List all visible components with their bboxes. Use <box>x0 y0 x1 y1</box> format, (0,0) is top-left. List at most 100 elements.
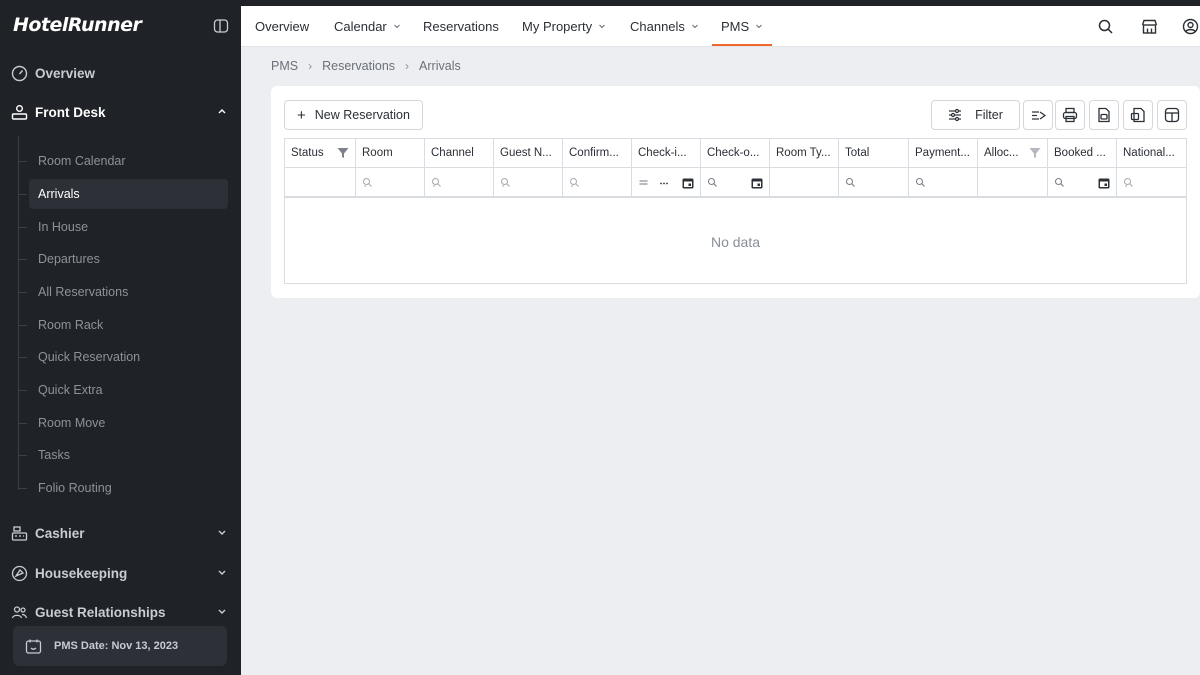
filter-icon <box>432 177 441 187</box>
clear-filters-button[interactable] <box>1023 100 1053 130</box>
filter-cell-room-type[interactable] <box>770 168 839 196</box>
calendar-icon[interactable] <box>751 177 763 189</box>
equals-operator-icon[interactable] <box>638 177 649 188</box>
column-header-nationality[interactable]: National... <box>1117 139 1186 167</box>
sidebar-item-guest-relationships[interactable]: Guest Relationships <box>0 594 241 630</box>
sidebar-item-cashier[interactable]: Cashier <box>0 515 241 551</box>
filter-button[interactable]: Filter <box>931 100 1020 130</box>
gauge-icon <box>10 64 28 82</box>
chevron-down-icon <box>218 570 226 575</box>
sidebar-item-label: Housekeeping <box>35 565 128 581</box>
filter-cell-guest-name[interactable] <box>494 168 563 196</box>
new-reservation-button[interactable]: + New Reservation <box>284 100 423 130</box>
topnav-calendar[interactable]: Calendar <box>334 6 401 46</box>
sidebar-subitem-departures[interactable]: Departures <box>18 244 228 274</box>
chevron-down-icon <box>756 24 763 29</box>
topnav-label: PMS <box>721 18 750 34</box>
app-logo[interactable]: HotelRunner <box>13 14 142 36</box>
column-header-check-out[interactable]: Check-o... <box>701 139 770 167</box>
column-header-total[interactable]: Total <box>839 139 909 167</box>
filter-cell-room[interactable] <box>356 168 425 196</box>
filter-cell-booked[interactable] <box>1048 168 1117 196</box>
pms-date-label: PMS Date: Nov 13, 2023 <box>54 640 179 652</box>
topnav-my-property[interactable]: My Property <box>522 6 606 46</box>
column-header-room[interactable]: Room <box>356 139 425 167</box>
filter-cell-payment[interactable] <box>909 168 978 196</box>
search-icon[interactable] <box>1097 18 1114 35</box>
guests-icon <box>10 603 28 621</box>
sidebar-item-overview[interactable]: Overview <box>0 55 241 91</box>
calendar-icon[interactable] <box>682 177 694 189</box>
sidebar-subitem-label: Tasks <box>38 448 70 462</box>
search-icon <box>915 177 925 187</box>
sidebar-subitem-room-rack[interactable]: Room Rack <box>18 310 228 340</box>
chevron-down-icon <box>218 530 226 535</box>
table-filter-row <box>285 168 1186 198</box>
reservations-table: Status Room Channel Guest N... Confirm..… <box>284 138 1187 284</box>
sidebar-subitem-folio-routing[interactable]: Folio Routing <box>18 473 228 503</box>
sidebar-subitem-label: In House <box>38 220 89 234</box>
sidebar-item-front-desk[interactable]: Front Desk <box>0 94 241 130</box>
sidebar-subitem-room-calendar[interactable]: Room Calendar <box>18 146 228 176</box>
column-header-room-type[interactable]: Room Ty... <box>770 139 839 167</box>
sidebar-subitem-in-house[interactable]: In House <box>18 212 228 242</box>
chevron-down-icon <box>599 24 605 29</box>
topnav-pms[interactable]: PMS <box>711 6 773 46</box>
topnav-label: Calendar <box>334 18 387 34</box>
sidebar-collapse-icon[interactable] <box>213 18 229 34</box>
breadcrumb: PMS › Reservations › Arrivals <box>271 59 461 73</box>
breadcrumb-separator-icon: › <box>405 59 410 73</box>
calendar-icon[interactable] <box>1098 177 1110 189</box>
sidebar-subitem-all-reservations[interactable]: All Reservations <box>18 277 228 307</box>
filter-cell-allocation[interactable] <box>978 168 1048 196</box>
column-label: Guest N... <box>500 147 552 159</box>
column-header-payment[interactable]: Payment... <box>909 139 978 167</box>
search-icon <box>707 177 717 187</box>
column-header-guest-name[interactable]: Guest N... <box>494 139 563 167</box>
filter-cell-check-out[interactable] <box>701 168 770 196</box>
sidebar-subitem-quick-extra[interactable]: Quick Extra <box>18 375 228 405</box>
export-csv-button[interactable] <box>1089 100 1119 130</box>
filter-cell-status[interactable] <box>285 168 356 196</box>
column-header-confirmation[interactable]: Confirm... <box>563 139 632 167</box>
excel-file-icon <box>1130 107 1145 123</box>
housekeeping-icon <box>10 564 28 582</box>
column-header-status[interactable]: Status <box>285 139 356 167</box>
filter-cell-nationality[interactable] <box>1117 168 1186 196</box>
filter-cell-channel[interactable] <box>425 168 494 196</box>
sidebar-item-housekeeping[interactable]: Housekeeping <box>0 555 241 591</box>
arrivals-card: + New Reservation Filter Status Room Cha… <box>271 86 1200 298</box>
column-header-check-in[interactable]: Check-i... <box>632 139 701 167</box>
store-icon[interactable] <box>1141 18 1158 35</box>
front-desk-icon <box>10 103 28 121</box>
top-navigation: Overview Calendar Reservations My Proper… <box>241 6 1200 47</box>
filter-cell-confirmation[interactable] <box>563 168 632 196</box>
filter-cell-check-in[interactable] <box>632 168 701 196</box>
pms-date-badge[interactable]: PMS Date: Nov 13, 2023 <box>13 626 227 666</box>
breadcrumb-item-reservations[interactable]: Reservations <box>322 59 395 73</box>
sidebar-subitem-tasks[interactable]: Tasks <box>18 440 228 470</box>
sidebar-subitem-room-move[interactable]: Room Move <box>18 408 228 438</box>
breadcrumb-separator-icon: › <box>308 59 313 73</box>
export-excel-button[interactable] <box>1123 100 1153 130</box>
topnav-overview[interactable]: Overview <box>255 6 309 46</box>
filter-cell-total[interactable] <box>839 168 909 196</box>
column-header-allocation[interactable]: Alloc... <box>978 139 1048 167</box>
sidebar-subitem-arrivals[interactable]: Arrivals <box>18 179 228 209</box>
filter-funnel-icon[interactable] <box>337 147 349 159</box>
filter-icon <box>570 177 579 187</box>
sidebar-subitem-label: Departures <box>38 252 100 266</box>
breadcrumb-item-pms[interactable]: PMS <box>271 59 298 73</box>
user-account-icon[interactable] <box>1182 18 1199 35</box>
print-button[interactable] <box>1055 100 1085 130</box>
sidebar: HotelRunner Overview Front Desk Room Cal… <box>0 0 241 675</box>
filter-funnel-icon[interactable] <box>1029 147 1041 159</box>
topnav-channels[interactable]: Channels <box>630 6 699 46</box>
column-settings-button[interactable] <box>1157 100 1187 130</box>
chevron-down-icon <box>393 24 400 29</box>
sidebar-subitem-quick-reservation[interactable]: Quick Reservation <box>18 342 228 372</box>
column-header-channel[interactable]: Channel <box>425 139 494 167</box>
topnav-reservations[interactable]: Reservations <box>423 6 499 46</box>
column-header-booked[interactable]: Booked ... <box>1048 139 1117 167</box>
table-header-row: Status Room Channel Guest N... Confirm..… <box>285 139 1186 168</box>
